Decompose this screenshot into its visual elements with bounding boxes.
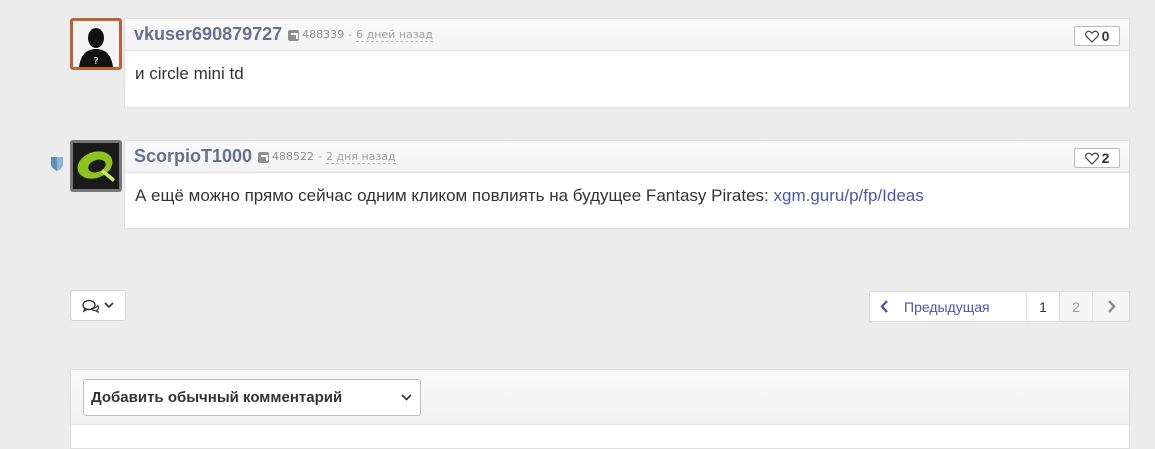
comment-card: vkuser690879727 488339 - 6 дней назад 0 … [124, 18, 1130, 108]
separator: - [318, 150, 323, 163]
prev-page-label: Предыдущая [904, 298, 990, 315]
heart-icon [1084, 30, 1099, 43]
username-link[interactable]: vkuser690879727 [134, 24, 282, 45]
comment-card: ScorpioT1000 488522 - 2 дня назад 2 А ещ… [124, 140, 1130, 229]
separator: - [348, 28, 353, 41]
comment-header: ScorpioT1000 488522 - 2 дня назад 2 [125, 141, 1129, 173]
chevron-down-icon [104, 302, 114, 309]
avatar[interactable]: ? [70, 18, 122, 70]
default-avatar-icon: ? [73, 21, 119, 67]
comment-link[interactable]: xgm.guru/p/fp/Ideas [773, 186, 923, 205]
comment-type-select[interactable]: Добавить обычный комментарий [83, 379, 421, 416]
user-logo-icon [73, 143, 119, 189]
comment-text-content: А ещё можно прямо сейчас одним кликом по… [135, 186, 774, 205]
comment-header: vkuser690879727 488339 - 6 дней назад 0 [125, 19, 1129, 51]
next-page-button[interactable] [1093, 292, 1129, 321]
page-1-button[interactable]: 1 [1027, 292, 1060, 321]
like-button[interactable]: 2 [1074, 148, 1120, 168]
reputation-id: 488522 [272, 150, 315, 163]
comment-time[interactable]: 2 дня назад [326, 150, 396, 164]
pagination: Предыдущая 1 2 [869, 291, 1130, 322]
like-count: 0 [1101, 28, 1110, 44]
reputation-icon [288, 30, 300, 41]
like-count: 2 [1101, 150, 1110, 166]
username-link[interactable]: ScorpioT1000 [134, 146, 252, 167]
comment-form-panel: Добавить обычный комментарий [70, 369, 1130, 449]
comment-text: А ещё можно прямо сейчас одним кликом по… [125, 173, 1129, 206]
avatar[interactable] [70, 140, 122, 192]
speech-bubbles-icon [82, 299, 100, 313]
shield-icon [51, 157, 63, 171]
chevron-down-icon [401, 394, 412, 401]
comment-text-content: и circle mini td [135, 64, 244, 83]
comment-options-button[interactable] [70, 290, 126, 321]
svg-text:?: ? [93, 56, 98, 67]
comment-time[interactable]: 6 дней назад [356, 28, 433, 42]
heart-icon [1084, 152, 1099, 165]
chevron-right-icon [1107, 300, 1116, 313]
like-button[interactable]: 0 [1074, 26, 1120, 46]
chevron-left-icon [880, 300, 888, 313]
page-number: 1 [1039, 298, 1047, 315]
page-number: 2 [1072, 298, 1080, 315]
comment-text: и circle mini td [125, 51, 1129, 84]
reputation-id: 488339 [302, 28, 345, 41]
comment-type-value: Добавить обычный комментарий [91, 389, 343, 406]
reputation-icon [258, 152, 270, 163]
page-2-button[interactable]: 2 [1060, 292, 1093, 321]
comment-form-header: Добавить обычный комментарий [71, 370, 1129, 425]
prev-page-button[interactable]: Предыдущая [870, 292, 1027, 321]
